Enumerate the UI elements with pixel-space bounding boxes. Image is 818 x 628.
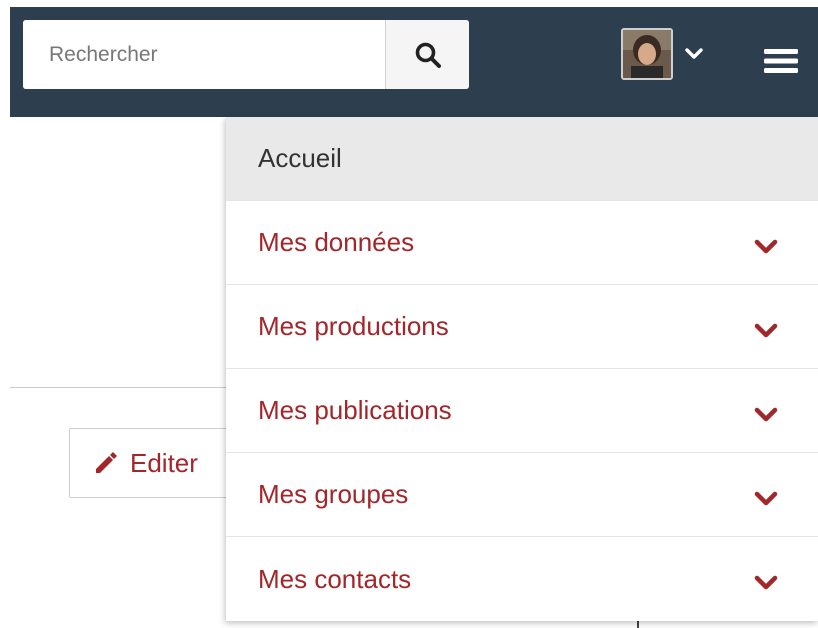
- menu-item-mes-productions[interactable]: Mes productions: [226, 285, 818, 369]
- edit-label: Editer: [130, 447, 198, 478]
- page: Editer Accueil Mes données Mes productio…: [0, 0, 818, 628]
- menu-item-label: Mes groupes: [258, 479, 409, 509]
- chevron-down-icon[interactable]: [754, 575, 778, 591]
- chevron-down-icon[interactable]: [754, 239, 778, 255]
- chevron-down-icon[interactable]: [754, 323, 778, 339]
- menu-item-mes-publications[interactable]: Mes publications: [226, 369, 818, 453]
- top-navbar: [10, 7, 818, 117]
- menu-item-mes-contacts[interactable]: Mes contacts: [226, 537, 818, 621]
- hamburger-icon[interactable]: [764, 47, 798, 75]
- avatar-image: [623, 30, 671, 78]
- menu-item-label: Mes productions: [258, 311, 449, 341]
- nav-dropdown-menu: Accueil Mes données Mes productions Mes …: [226, 117, 818, 621]
- menu-item-label: Mes contacts: [258, 563, 412, 594]
- search-box: [23, 20, 469, 89]
- menu-item-label: Accueil: [258, 143, 342, 173]
- chevron-down-icon[interactable]: [754, 407, 778, 423]
- user-menu-toggle[interactable]: [621, 28, 703, 80]
- menu-item-mes-donnees[interactable]: Mes données: [226, 201, 818, 285]
- menu-item-label: Mes publications: [258, 395, 452, 425]
- menu-item-mes-groupes[interactable]: Mes groupes: [226, 453, 818, 537]
- search-input[interactable]: [23, 20, 385, 89]
- chevron-down-icon[interactable]: [754, 491, 778, 507]
- menu-item-label: Mes données: [258, 227, 415, 257]
- chevron-down-icon[interactable]: [685, 48, 703, 60]
- divider: [10, 387, 230, 388]
- search-icon: [415, 42, 441, 68]
- menu-item-accueil[interactable]: Accueil: [226, 117, 818, 201]
- avatar[interactable]: [621, 28, 673, 80]
- search-button[interactable]: [385, 20, 469, 89]
- pencil-icon: [96, 452, 117, 473]
